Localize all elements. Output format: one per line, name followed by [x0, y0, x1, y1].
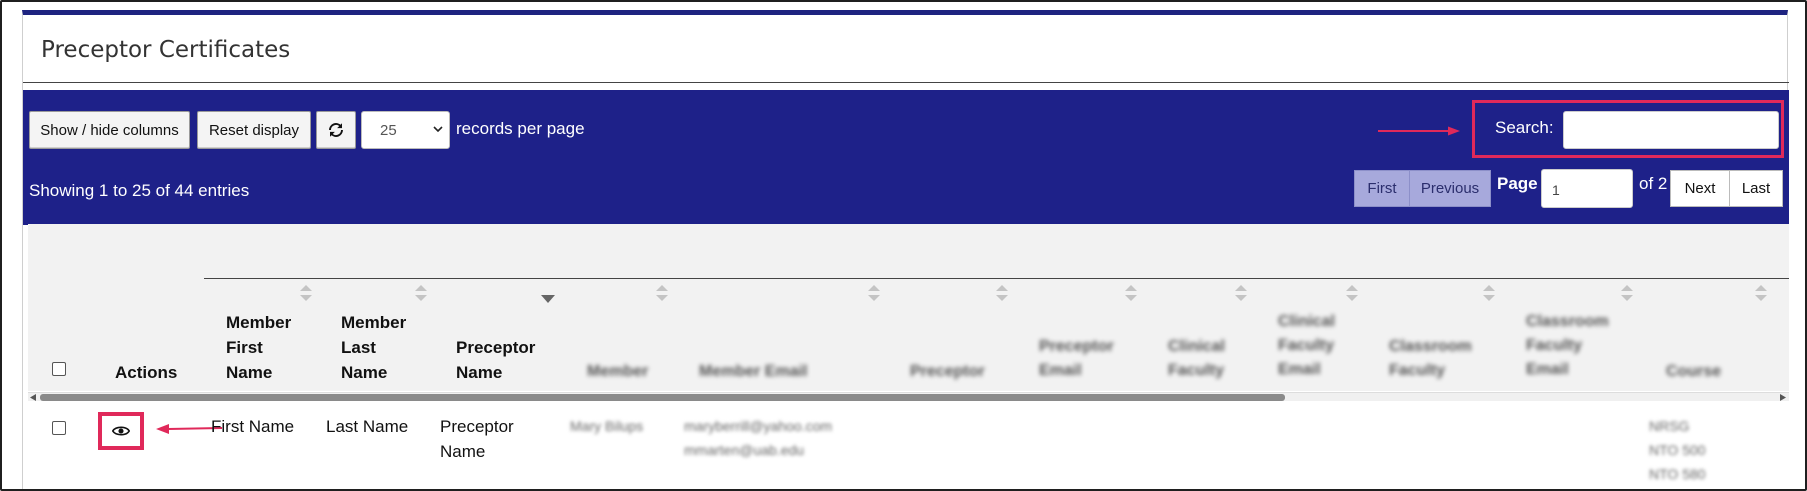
cell-course: NRSG NTO 500 NTO 580: [1649, 418, 1706, 482]
search-input[interactable]: [1563, 111, 1779, 149]
show-hide-columns-button[interactable]: Show / hide columns: [29, 111, 190, 149]
next-page-button[interactable]: Next: [1670, 170, 1730, 207]
horizontal-scrollbar[interactable]: [28, 392, 1789, 401]
view-button[interactable]: [98, 412, 144, 450]
page-title: Preceptor Certificates: [41, 37, 291, 63]
sort-icon[interactable]: [655, 284, 669, 302]
column-header-actions: Actions: [115, 363, 178, 382]
sort-icon[interactable]: [1234, 284, 1248, 302]
sort-icon[interactable]: [299, 284, 313, 302]
previous-page-button[interactable]: Previous: [1409, 170, 1491, 207]
app-frame: Preceptor Certificates Show / hide colum…: [0, 0, 1807, 491]
sort-icon[interactable]: [1345, 284, 1359, 302]
annotation-arrow: [1378, 126, 1460, 136]
reset-display-button[interactable]: Reset display: [197, 111, 311, 149]
sort-descending-icon[interactable]: [541, 294, 555, 304]
page-label: Page: [1497, 174, 1538, 193]
cell-preceptor-name: Preceptor Name: [440, 417, 514, 461]
column-header-member-last-name[interactable]: Member Last Name: [341, 310, 406, 385]
cell-member-email: maryberrill@yahoo.com mmarten@uab.edu: [684, 418, 833, 458]
entries-info: Showing 1 to 25 of 44 entries: [29, 181, 250, 200]
last-page-button[interactable]: Last: [1729, 170, 1783, 207]
page-count-label: of 2: [1639, 174, 1668, 193]
column-header-member-email[interactable]: Member Email: [699, 360, 807, 384]
sort-icon[interactable]: [1124, 284, 1138, 302]
sort-icon[interactable]: [414, 284, 428, 302]
column-header-classroom-faculty-email[interactable]: Classroom Faculty Email: [1526, 310, 1609, 382]
cell-first-name: First Name: [211, 417, 295, 436]
scroll-left-icon[interactable]: [30, 394, 36, 401]
column-header-course[interactable]: Course: [1666, 360, 1721, 384]
refresh-icon: [329, 123, 343, 137]
column-header-preceptor-email[interactable]: Preceptor Email: [1039, 335, 1114, 383]
column-header-clinical-faculty-email[interactable]: Clinical Faculty Email: [1278, 310, 1335, 382]
sort-icon[interactable]: [1482, 284, 1496, 302]
select-all-checkbox[interactable]: [52, 362, 66, 376]
sort-icon[interactable]: [995, 284, 1009, 302]
eye-icon: [112, 426, 130, 436]
first-page-button[interactable]: First: [1354, 170, 1410, 207]
cell-last-name: Last Name: [326, 417, 409, 436]
chevron-down-icon: [433, 126, 443, 133]
row-checkbox[interactable]: [52, 421, 66, 435]
table-controls-panel: Show / hide columns Reset display 25 rec…: [23, 90, 1789, 225]
column-header-member[interactable]: Member: [587, 360, 648, 384]
sort-icon[interactable]: [1754, 284, 1768, 302]
search-label: Search:: [1495, 118, 1554, 137]
certificates-table: Actions Member First Name Member Last Na…: [28, 224, 1789, 489]
page-size-select[interactable]: 25: [361, 111, 450, 149]
header-divider: [204, 278, 1789, 279]
cell-member: Mary Bilups: [570, 418, 644, 434]
refresh-button[interactable]: [316, 111, 356, 149]
scroll-right-icon[interactable]: [1780, 394, 1786, 401]
column-header-clinical-faculty[interactable]: Clinical Faculty: [1168, 335, 1225, 383]
table-header: [28, 224, 1789, 391]
column-header-preceptor[interactable]: Preceptor: [910, 360, 985, 384]
sort-icon[interactable]: [1620, 284, 1634, 302]
column-header-classroom-faculty[interactable]: Classroom Faculty: [1389, 335, 1472, 383]
title-divider: [23, 82, 1789, 83]
page-number-input[interactable]: 1: [1541, 169, 1633, 208]
column-header-member-first-name[interactable]: Member First Name: [226, 310, 291, 385]
scrollbar-thumb[interactable]: [40, 394, 1285, 401]
records-per-page-label: records per page: [456, 119, 585, 138]
page-size-value: 25: [380, 121, 397, 139]
sort-icon[interactable]: [867, 284, 881, 302]
column-header-preceptor-name[interactable]: Preceptor Name: [456, 335, 535, 385]
